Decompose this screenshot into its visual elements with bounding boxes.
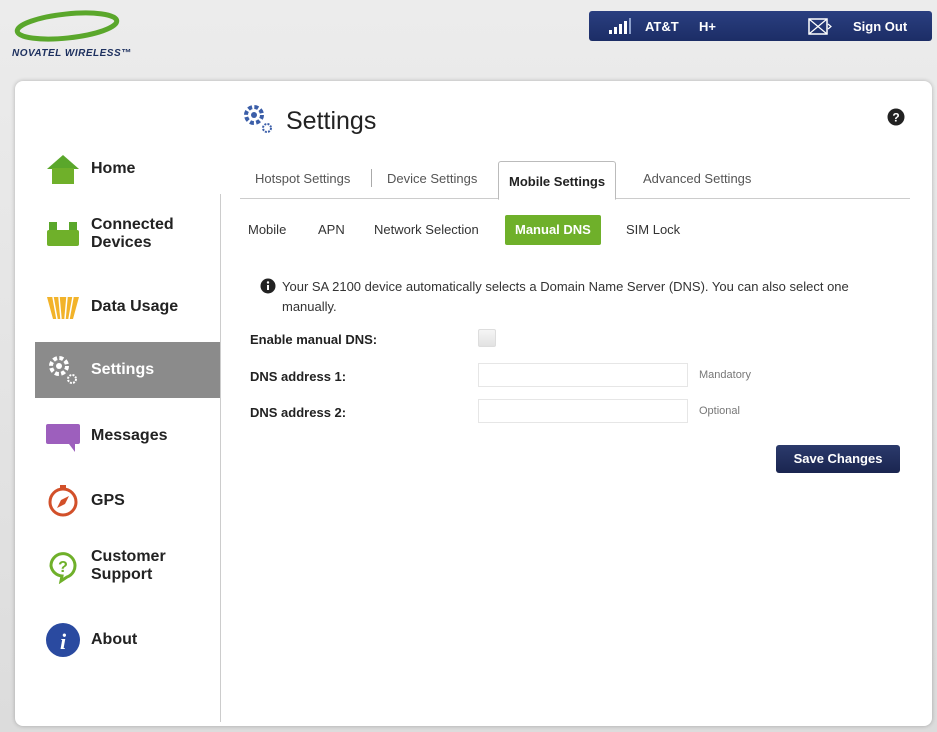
sidebar-item-label: Connected Devices [91, 216, 174, 251]
status-bar: AT&T H+ Sign Out [589, 11, 932, 41]
subtab-mobile[interactable]: Mobile [248, 222, 286, 237]
subtab-apn[interactable]: APN [318, 222, 345, 237]
settings-tabs: Hotspot Settings Device Settings Mobile … [240, 161, 910, 200]
connected-devices-icon [47, 222, 79, 246]
svg-text:?: ? [58, 559, 68, 576]
save-changes-button[interactable]: Save Changes [776, 445, 900, 473]
about-info-icon: i [46, 623, 80, 657]
svg-text:i: i [60, 629, 67, 654]
sidebar-item-about[interactable]: i About [35, 612, 220, 668]
main-panel: Home Connected Devices Data Usage Settin… [15, 81, 932, 726]
dns-address-2-hint: Optional [699, 405, 740, 417]
info-icon [260, 278, 276, 294]
sidebar-item-connected-devices[interactable]: Connected Devices [35, 206, 220, 262]
customer-support-icon: ? [49, 552, 77, 584]
mobile-subtabs: Mobile APN Network Selection Manual DNS … [247, 215, 907, 245]
logo-swoosh-icon [14, 10, 120, 42]
tab-hotspot-settings[interactable]: Hotspot Settings [255, 171, 350, 186]
enable-manual-dns-checkbox[interactable] [478, 329, 496, 347]
dns-address-1-hint: Mandatory [699, 369, 751, 381]
settings-icon [49, 356, 77, 384]
subtab-sim-lock[interactable]: SIM Lock [626, 222, 680, 237]
dns-address-1-label: DNS address 1: [250, 369, 347, 384]
subtab-manual-dns[interactable]: Manual DNS [505, 215, 601, 245]
subtab-network-selection[interactable]: Network Selection [374, 222, 479, 237]
sidebar-item-label: Messages [91, 427, 168, 444]
home-icon [47, 155, 79, 184]
sidebar-divider [220, 194, 221, 722]
messages-icon [46, 424, 80, 452]
settings-gear-icon [244, 105, 272, 133]
sidebar-item-label: About [91, 631, 138, 648]
sidebar-item-label: Settings [91, 361, 155, 378]
network-type: H+ [699, 19, 716, 34]
sidebar-item-settings[interactable]: Settings [35, 342, 220, 398]
message-envelope-icon[interactable] [806, 18, 832, 35]
help-icon[interactable]: ? [887, 108, 905, 126]
sidebar-item-label: GPS [91, 492, 125, 509]
sidebar-item-messages[interactable]: Messages [35, 408, 220, 464]
dns-address-1-input[interactable] [478, 363, 688, 387]
carrier-name: AT&T [645, 19, 679, 34]
sidebar-item-label: Data Usage [91, 298, 179, 315]
dns-info-text: Your SA 2100 device automatically select… [282, 279, 849, 314]
tab-separator [371, 169, 372, 187]
gps-compass-icon [48, 485, 78, 517]
tab-device-settings[interactable]: Device Settings [387, 171, 477, 186]
logo-text: NOVATEL WIRELESS™ [12, 48, 132, 59]
tab-mobile-settings[interactable]: Mobile Settings [498, 161, 617, 200]
sidebar-item-label: Customer Support [91, 548, 166, 583]
sidebar-item-label: Home [91, 160, 136, 177]
sign-out-link[interactable]: Sign Out [853, 19, 907, 34]
tab-advanced-settings[interactable]: Advanced Settings [643, 171, 751, 186]
page-title: Settings [286, 107, 377, 135]
novatel-logo: NOVATEL WIRELESS™ [12, 8, 132, 68]
sidebar-item-data-usage[interactable]: Data Usage [35, 279, 220, 335]
dns-address-2-label: DNS address 2: [250, 405, 347, 420]
sidebar-item-gps[interactable]: GPS [35, 473, 220, 529]
sidebar-item-home[interactable]: Home [35, 141, 220, 197]
svg-text:?: ? [892, 111, 899, 125]
data-usage-icon [47, 296, 79, 320]
enable-manual-dns-label: Enable manual DNS: [250, 332, 378, 347]
dns-address-2-input[interactable] [478, 399, 688, 423]
sidebar-item-customer-support[interactable]: ? Customer Support [35, 538, 220, 594]
signal-strength-icon [609, 18, 631, 34]
